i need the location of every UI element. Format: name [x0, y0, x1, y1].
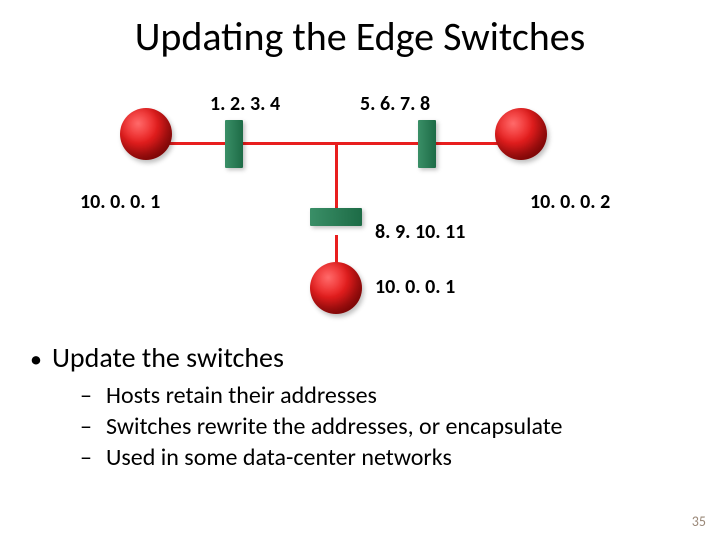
switch-left	[225, 120, 243, 168]
bullet-sub-1: – Switches rewrite the addresses, or enc…	[80, 412, 690, 441]
text-content: • Update the switches – Hosts retain the…	[30, 340, 690, 472]
switch-right	[418, 120, 436, 168]
switch-mid-label: 8. 9. 10. 11	[375, 220, 465, 244]
bullet-sub-2-text: Used in some data-center networks	[106, 443, 452, 472]
host-right-node	[495, 108, 547, 160]
link-mid-vertical	[335, 143, 338, 208]
host-left-label: 10. 0. 0. 1	[80, 190, 160, 214]
host-mid-node	[310, 262, 362, 314]
network-diagram: 1. 2. 3. 4 5. 6. 7. 8 10. 0. 0. 1 10. 0.…	[0, 90, 720, 320]
slide: Updating the Edge Switches 1. 2. 3. 4 5.…	[0, 0, 720, 540]
dash-icon: –	[80, 381, 96, 410]
page-number: 35	[692, 513, 706, 530]
host-right-label: 10. 0. 0. 2	[530, 190, 610, 214]
bullet-main-text: Update the switches	[52, 340, 284, 375]
host-mid-label: 10. 0. 0. 1	[375, 275, 455, 299]
bullet-sub-0: – Hosts retain their addresses	[80, 381, 690, 410]
host-left-node	[120, 108, 172, 160]
bullet-sub-2: – Used in some data-center networks	[80, 443, 690, 472]
slide-title: Updating the Edge Switches	[0, 12, 720, 61]
bullet-main: • Update the switches	[30, 340, 690, 375]
bullet-sub-1-text: Switches rewrite the addresses, or encap…	[106, 412, 562, 441]
switch-mid	[310, 208, 362, 226]
bullet-icon: •	[30, 348, 42, 372]
dash-icon: –	[80, 412, 96, 441]
bullet-sub-0-text: Hosts retain their addresses	[106, 381, 377, 410]
switch-right-label: 5. 6. 7. 8	[360, 92, 430, 116]
dash-icon: –	[80, 443, 96, 472]
switch-left-label: 1. 2. 3. 4	[210, 92, 280, 116]
